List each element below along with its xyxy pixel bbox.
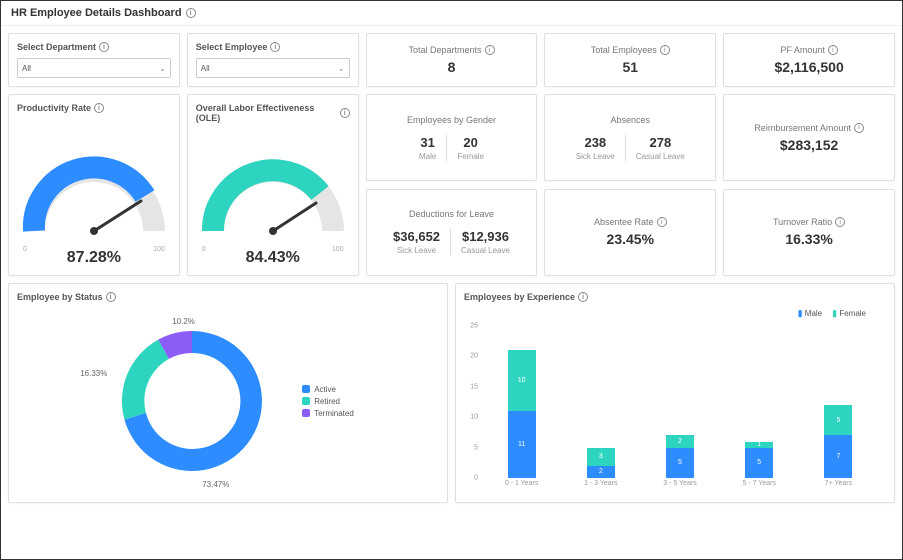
info-icon[interactable]: i xyxy=(340,108,350,118)
bar-segment: 3 xyxy=(587,448,615,466)
kpi-pf-amount: PF Amounti $2,116,500 xyxy=(723,33,895,87)
bar-legend: ▮ Male ▮ Female xyxy=(798,308,866,319)
x-axis: 0 - 1 Years 1 - 3 Years 3 - 5 Years 5 - … xyxy=(482,480,878,494)
filter-department-card: Select Department i All ⌄ xyxy=(8,33,180,87)
info-icon[interactable]: i xyxy=(660,45,670,55)
info-icon[interactable]: i xyxy=(270,42,280,52)
kpi-absentee-rate: Absentee Ratei 23.45% xyxy=(544,189,716,276)
bar-column: 51 xyxy=(745,326,773,478)
info-icon[interactable]: i xyxy=(578,292,588,302)
kpi-total-departments: Total Departmentsi 8 xyxy=(366,33,538,87)
bar-column: 75 xyxy=(824,326,852,478)
bar-segment: 7 xyxy=(824,435,852,478)
gauge-chart xyxy=(198,151,348,246)
kpi-turnover-ratio: Turnover Ratioi 16.33% xyxy=(723,189,895,276)
split-gender: Employees by Gender 31Male 20Female xyxy=(366,94,538,181)
info-icon[interactable]: i xyxy=(106,292,116,302)
bar-column: 1110 xyxy=(508,326,536,478)
info-icon[interactable]: i xyxy=(854,123,864,133)
chevron-down-icon: ⌄ xyxy=(338,64,345,73)
kpi-value: $2,116,500 xyxy=(774,59,843,75)
dashboard-header: HR Employee Details Dashboard i xyxy=(1,1,902,26)
gauge-ole: Overall Labor Effectiveness (OLE)i 0100 … xyxy=(187,94,359,276)
bar-column: 52 xyxy=(666,326,694,478)
page-title: HR Employee Details Dashboard xyxy=(11,7,182,19)
split-absences: Absences 238Sick Leave 278Casual Leave xyxy=(544,94,716,181)
split-deductions: Deductions for Leave $36,652Sick Leave $… xyxy=(366,189,538,276)
filter-label: Select Department i xyxy=(17,42,171,52)
bar-segment: 5 xyxy=(824,405,852,435)
gauge-value: 84.43% xyxy=(246,249,300,267)
info-icon[interactable]: i xyxy=(94,103,104,113)
info-icon[interactable]: i xyxy=(485,45,495,55)
filter-label: Select Employee i xyxy=(196,42,350,52)
employee-select[interactable]: All ⌄ xyxy=(196,58,350,78)
y-axis: 0 5 10 15 20 25 xyxy=(464,326,480,478)
bar-segment: 10 xyxy=(508,350,536,411)
kpi-reimbursement: Reimbursement Amounti $283,152 xyxy=(723,94,895,181)
bar-segment: 2 xyxy=(587,466,615,478)
donut-legend: Active Retired Terminated xyxy=(302,382,354,421)
kpi-total-employees: Total Employeesi 51 xyxy=(544,33,716,87)
bar-segment: 2 xyxy=(666,435,694,447)
kpi-value: 51 xyxy=(623,59,639,75)
donut-chart xyxy=(102,311,282,491)
info-icon[interactable]: i xyxy=(186,8,196,18)
gauge-chart xyxy=(19,151,169,246)
kpi-value: 8 xyxy=(448,59,456,75)
gauge-productivity: Productivity Ratei 0100 87.28% xyxy=(8,94,180,276)
gauge-value: 87.28% xyxy=(67,249,121,267)
info-icon[interactable]: i xyxy=(99,42,109,52)
info-icon[interactable]: i xyxy=(835,217,845,227)
chart-employee-experience: Employees by Experiencei ▮ Male ▮ Female… xyxy=(455,283,895,503)
bar-segment: 11 xyxy=(508,411,536,478)
info-icon[interactable]: i xyxy=(657,217,667,227)
bar-column: 23 xyxy=(587,326,615,478)
bar-area: 111023525175 xyxy=(482,326,878,478)
info-icon[interactable]: i xyxy=(828,45,838,55)
filter-employee-card: Select Employee i All ⌄ xyxy=(187,33,359,87)
bar-segment: 5 xyxy=(666,448,694,478)
chart-employee-status: Employee by Statusi 10.2% 16.33% 73.47% … xyxy=(8,283,448,503)
bar-segment: 1 xyxy=(745,442,773,448)
chevron-down-icon: ⌄ xyxy=(159,64,166,73)
department-select[interactable]: All ⌄ xyxy=(17,58,171,78)
bar-segment: 5 xyxy=(745,448,773,478)
